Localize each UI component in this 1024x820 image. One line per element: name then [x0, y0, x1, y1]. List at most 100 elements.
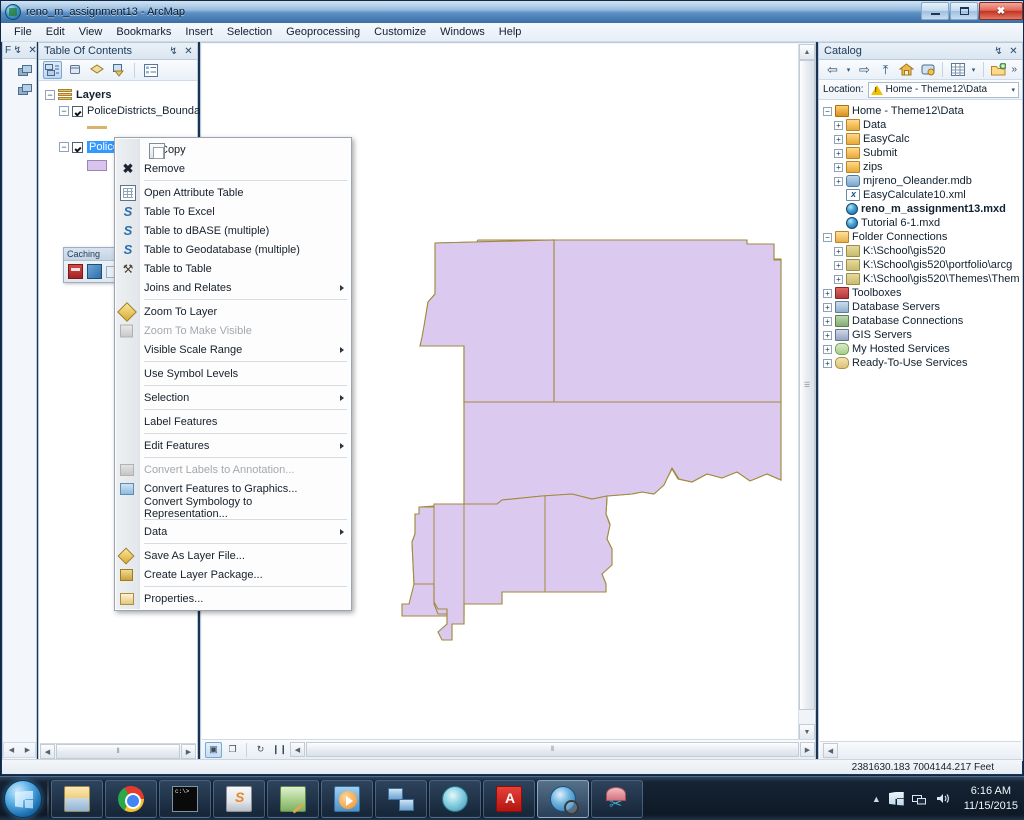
start-button[interactable] — [4, 779, 42, 818]
catalog-tree-item[interactable]: + K:\School\gis520\Themes\Them — [821, 272, 1020, 286]
taskbar-windows-explorer[interactable] — [51, 779, 103, 818]
clock[interactable]: 6:16 AM 11/15/2015 — [960, 784, 1018, 814]
map-vertical-scrollbar[interactable]: ▲ ☰ ▼ — [798, 44, 815, 740]
context-menu-item-create-layer-package[interactable]: Create Layer Package... — [115, 565, 351, 584]
scroll-thumb-vertical[interactable]: ☰ — [799, 60, 815, 710]
expand-icon[interactable]: + — [823, 288, 832, 298]
expand-icon[interactable]: + — [823, 316, 832, 326]
taskbar-media-player[interactable] — [321, 779, 373, 818]
list-by-drawing-order-icon[interactable] — [43, 61, 62, 79]
catalog-tree-item[interactable]: − Folder Connections — [821, 230, 1020, 244]
catalog-tree-item[interactable]: + K:\School\gis520\portfolio\arcg — [821, 258, 1020, 272]
location-combobox[interactable]: Home - Theme12\Data ▾ — [867, 81, 1019, 98]
toc-pin-icon[interactable]: ↯ — [167, 45, 180, 58]
network-tray-icon[interactable] — [912, 791, 928, 807]
catalog-tree-item[interactable]: + zips — [821, 160, 1020, 174]
scroll-left-icon[interactable]: ◀ — [4, 743, 19, 758]
arccatalog-window-icon[interactable] — [18, 65, 33, 78]
menu-edit[interactable]: Edit — [39, 24, 72, 40]
list-by-visibility-icon[interactable] — [87, 61, 106, 79]
connect-to-folder-icon[interactable] — [989, 61, 1008, 79]
scroll-up-icon[interactable]: ▲ — [799, 44, 815, 60]
maximize-button[interactable] — [950, 2, 978, 20]
menu-view[interactable]: View — [72, 24, 110, 40]
context-menu-item-data[interactable]: Data — [115, 522, 351, 541]
expand-icon[interactable]: + — [834, 176, 843, 186]
expand-icon[interactable]: + — [823, 344, 832, 354]
menu-file[interactable]: File — [7, 24, 39, 40]
list-by-source-icon[interactable] — [65, 61, 84, 79]
menu-selection[interactable]: Selection — [220, 24, 279, 40]
taskbar-command-prompt[interactable] — [159, 779, 211, 818]
context-menu-item-table-to-dbase[interactable]: S Table to dBASE (multiple) — [115, 221, 351, 240]
expand-icon[interactable]: + — [834, 120, 843, 130]
cache-database-icon[interactable] — [68, 264, 83, 279]
menu-customize[interactable]: Customize — [367, 24, 433, 40]
context-menu-item-use-symbol-levels[interactable]: Use Symbol Levels — [115, 364, 351, 383]
collapse-icon[interactable]: − — [823, 106, 832, 116]
refresh-button[interactable]: ↻ — [252, 742, 269, 758]
expand-icon[interactable]: + — [834, 134, 843, 144]
scroll-thumb[interactable]: ⦀ — [56, 744, 180, 759]
catalog-tree-item[interactable]: reno_m_assignment13.mxd — [821, 202, 1020, 216]
context-menu-item-joins-and-relates[interactable]: Joins and Relates — [115, 278, 351, 297]
scroll-down-icon[interactable]: ▼ — [799, 724, 815, 740]
context-menu-item-convert-symbology-to-representation[interactable]: Convert Symbology to Representation... — [115, 496, 351, 520]
toc-root-layers[interactable]: − Layers — [43, 87, 193, 103]
taskbar-arcmap-active[interactable] — [537, 779, 589, 818]
minimize-button[interactable] — [921, 2, 949, 20]
context-menu-item-zoom-to-layer[interactable]: Zoom To Layer — [115, 301, 351, 322]
forward-icon[interactable]: ⇨ — [855, 61, 874, 79]
chevron-down-icon[interactable]: ▾ — [1011, 86, 1018, 94]
context-menu-item-edit-features[interactable]: Edit Features — [115, 436, 351, 455]
volume-icon[interactable] — [936, 791, 952, 807]
menu-geoprocessing[interactable]: Geoprocessing — [279, 24, 367, 40]
scroll-left-icon[interactable]: ◀ — [290, 742, 305, 757]
collapse-icon[interactable]: − — [59, 106, 69, 116]
catalog-tree-item[interactable]: EasyCalculate10.xml — [821, 188, 1020, 202]
context-menu-item-visible-scale-range[interactable]: Visible Scale Range — [115, 340, 351, 359]
taskbar-sublime-text[interactable] — [213, 779, 265, 818]
catalog-tree-item[interactable]: + Data — [821, 118, 1020, 132]
autohide-scroll-stub[interactable]: ◀ ▶ — [3, 742, 36, 758]
scroll-right-icon[interactable]: ▶ — [20, 743, 35, 758]
layer-visibility-checkbox[interactable] — [72, 141, 83, 153]
catalog-tree-item[interactable]: + Database Servers — [821, 300, 1020, 314]
catalog-tree-item[interactable]: − Home - Theme12\Data — [821, 104, 1020, 118]
expand-icon[interactable]: + — [823, 302, 832, 312]
menu-windows[interactable]: Windows — [433, 24, 492, 40]
menu-insert[interactable]: Insert — [178, 24, 220, 40]
taskbar-adobe-acrobat[interactable] — [483, 779, 535, 818]
home-icon[interactable] — [897, 61, 916, 79]
search-window-icon[interactable] — [18, 84, 33, 97]
catalog-tree-item[interactable]: + My Hosted Services — [821, 342, 1020, 356]
action-center-icon[interactable] — [888, 791, 904, 806]
expand-icon[interactable]: + — [834, 246, 843, 256]
cache-wand-icon[interactable] — [87, 264, 102, 279]
scroll-right-icon[interactable]: ▶ — [181, 744, 196, 759]
back-icon[interactable]: ⇦ — [823, 61, 842, 79]
catalog-tree-item[interactable]: Tutorial 6-1.mxd — [821, 216, 1020, 230]
expand-icon[interactable]: + — [823, 358, 832, 368]
contents-dropdown-icon[interactable]: ▾ — [969, 61, 978, 79]
taskbar-arcmap-alt[interactable] — [267, 779, 319, 818]
context-menu-item-selection[interactable]: Selection — [115, 388, 351, 407]
collapse-icon[interactable]: − — [59, 142, 69, 152]
default-geodatabase-icon[interactable] — [918, 61, 937, 79]
menu-help[interactable]: Help — [492, 24, 529, 40]
back-dropdown-icon[interactable]: ▾ — [844, 61, 853, 79]
show-hidden-icons-icon[interactable]: ▲ — [872, 794, 881, 804]
layer-visibility-checkbox[interactable] — [72, 105, 83, 117]
layout-view-button[interactable]: ❐ — [224, 742, 241, 758]
context-menu-item-table-to-excel[interactable]: S Table To Excel — [115, 202, 351, 221]
pause-drawing-button[interactable]: ❙❙ — [271, 742, 288, 758]
expand-icon[interactable]: + — [834, 162, 843, 172]
taskbar-google-chrome[interactable] — [105, 779, 157, 818]
map-horizontal-scrollbar[interactable]: ◀ ⦀ ▶ — [290, 742, 815, 758]
pin-icon[interactable]: ↯ — [11, 44, 24, 57]
title-bar[interactable]: reno_m_assignment13 - ArcMap ✖ — [1, 1, 1023, 23]
catalog-tree-item[interactable]: + Database Connections — [821, 314, 1020, 328]
catalog-tree-item[interactable]: + Toolboxes — [821, 286, 1020, 300]
catalog-tree-item[interactable]: + mjreno_Oleander.mdb — [821, 174, 1020, 188]
catalog-tree-item[interactable]: + Submit — [821, 146, 1020, 160]
